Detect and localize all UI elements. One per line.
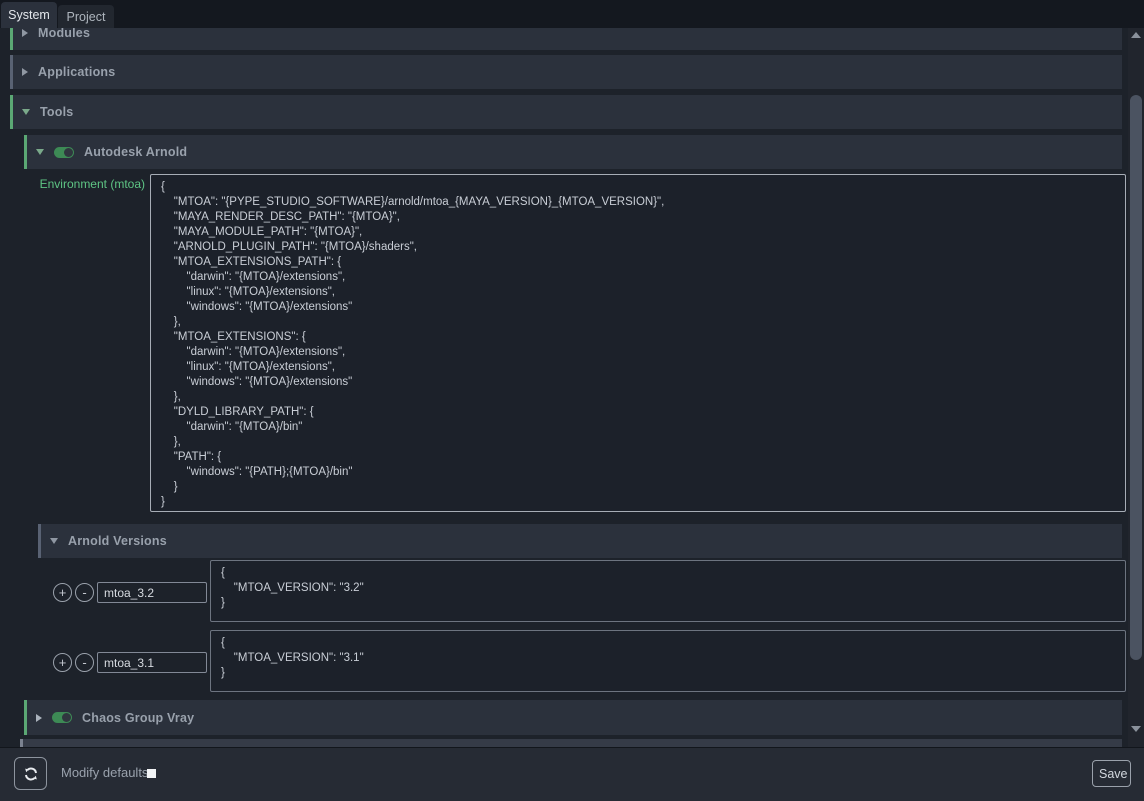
refresh-button[interactable] xyxy=(14,757,47,790)
arrow-up-icon xyxy=(1131,32,1141,38)
add-version-button[interactable]: + xyxy=(53,653,72,672)
section-header-autodesk-arnold[interactable]: Autodesk Arnold xyxy=(24,135,1122,169)
toggle-knob-icon xyxy=(64,148,73,157)
section-header-applications[interactable]: Applications xyxy=(10,55,1122,89)
chevron-down-icon xyxy=(22,109,30,115)
chevron-right-icon xyxy=(36,714,42,722)
environment-mtoa-editor[interactable]: { "MTOA": "{PYPE_STUDIO_SOFTWARE}/arnold… xyxy=(150,174,1126,512)
tab-project[interactable]: Project xyxy=(58,5,114,28)
section-label: Arnold Versions xyxy=(68,534,167,548)
remove-version-button[interactable]: - xyxy=(75,583,94,602)
scrollbar-thumb[interactable] xyxy=(1130,95,1142,660)
partial-next-row xyxy=(20,739,1122,747)
chevron-right-icon xyxy=(22,29,28,37)
chevron-right-icon xyxy=(22,68,28,76)
section-header-arnold-versions[interactable]: Arnold Versions xyxy=(38,524,1122,558)
section-header-chaos-group-vray[interactable]: Chaos Group Vray xyxy=(24,700,1122,735)
settings-scroll-area: Modules Applications Tools Autodesk Arno… xyxy=(0,28,1128,747)
modify-defaults-label: Modify defaults xyxy=(61,765,148,780)
refresh-icon xyxy=(23,766,39,782)
version-value-editor[interactable]: { "MTOA_VERSION": "3.2" } xyxy=(210,560,1126,622)
section-label: Chaos Group Vray xyxy=(82,711,194,725)
scroll-down-button[interactable] xyxy=(1128,722,1144,736)
version-value-editor[interactable]: { "MTOA_VERSION": "3.1" } xyxy=(210,630,1126,692)
toggle-knob-icon xyxy=(62,713,71,722)
remove-version-button[interactable]: - xyxy=(75,653,94,672)
arrow-down-icon xyxy=(1131,726,1141,732)
modify-defaults-checkbox[interactable] xyxy=(147,769,156,778)
section-label: Autodesk Arnold xyxy=(84,145,187,159)
tab-system[interactable]: System xyxy=(1,2,57,28)
save-button[interactable]: Save xyxy=(1092,760,1131,787)
tab-bar: System Project xyxy=(0,0,1144,28)
section-label: Tools xyxy=(40,105,73,119)
vray-enabled-toggle[interactable] xyxy=(52,712,72,723)
section-header-tools[interactable]: Tools xyxy=(10,95,1122,129)
footer-bar: Modify defaults Save xyxy=(0,747,1144,801)
section-label: Modules xyxy=(38,28,90,40)
version-name-input[interactable] xyxy=(97,582,207,603)
chevron-down-icon xyxy=(50,538,58,544)
chevron-down-icon xyxy=(36,149,44,155)
section-label: Applications xyxy=(38,65,115,79)
environment-mtoa-label: Environment (mtoa) xyxy=(10,177,145,191)
add-version-button[interactable]: + xyxy=(53,583,72,602)
section-header-modules[interactable]: Modules xyxy=(10,28,1122,50)
scroll-up-button[interactable] xyxy=(1128,28,1144,42)
version-name-input[interactable] xyxy=(97,652,207,673)
vertical-scrollbar[interactable] xyxy=(1128,28,1144,747)
arnold-enabled-toggle[interactable] xyxy=(54,147,74,158)
